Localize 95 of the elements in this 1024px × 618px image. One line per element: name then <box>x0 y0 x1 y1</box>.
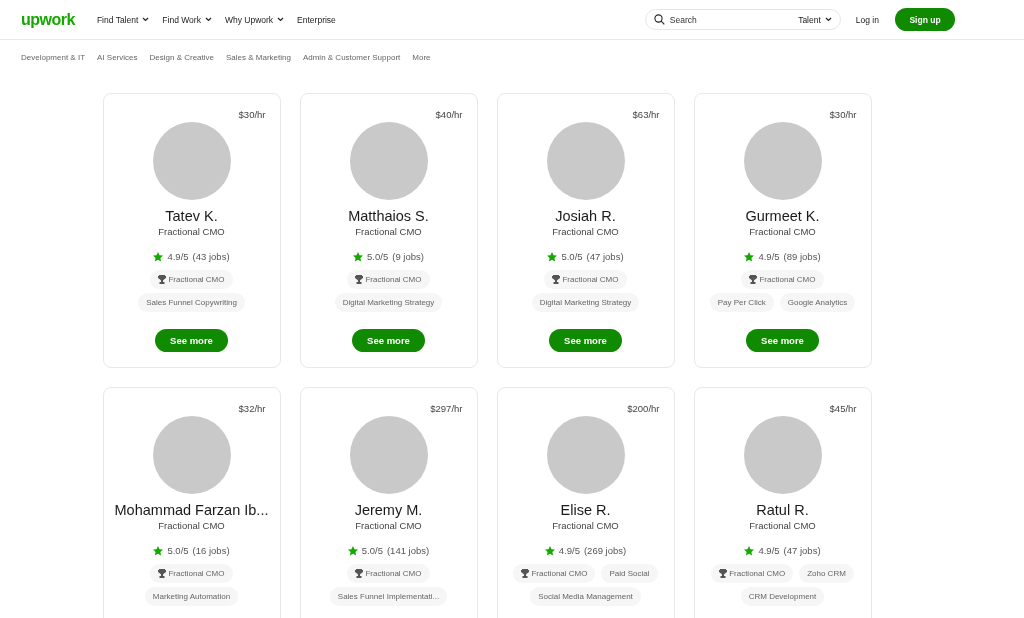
job-count: (269 jobs) <box>583 545 627 556</box>
star-icon <box>353 251 364 262</box>
category-link[interactable]: AI Services <box>97 53 138 62</box>
search-icon <box>653 14 665 25</box>
trophy-icon <box>355 275 364 284</box>
freelancer-name: Jeremy M. <box>354 502 423 518</box>
login-link[interactable]: Log in <box>855 14 879 25</box>
freelancer-name: Mohammad Farzan Ib... <box>114 502 269 518</box>
see-more-button[interactable]: See more <box>352 329 425 352</box>
skill-tag[interactable]: Digital Marketing Strategy <box>531 293 640 312</box>
job-count: (43 jobs) <box>192 251 230 262</box>
skill-tag[interactable]: Zoho CRM <box>799 564 854 583</box>
badge-tag: Fractional CMO <box>711 564 794 583</box>
trophy-icon <box>749 275 758 284</box>
star-icon <box>153 251 164 262</box>
nav-link[interactable]: Why Upwork <box>224 14 285 25</box>
badge-tag: Fractional CMO <box>150 270 233 289</box>
freelancer-title: Fractional CMO <box>158 226 225 237</box>
category-link[interactable]: Admin & Customer Support <box>302 53 401 62</box>
category-link[interactable]: Development & IT <box>21 53 86 62</box>
star-icon <box>347 545 358 556</box>
hourly-rate: $297/hr <box>430 403 463 414</box>
rating-score: 4.9/5 <box>167 251 189 262</box>
freelancer-title: Fractional CMO <box>552 226 619 237</box>
freelancer-title: Fractional CMO <box>355 520 422 531</box>
skill-tag[interactable]: Google Analytics <box>779 293 856 312</box>
nav-link[interactable]: Enterprise <box>297 14 336 25</box>
skill-tag[interactable]: CRM Development <box>740 587 825 606</box>
skill-tag[interactable]: Social Media Management <box>530 587 641 606</box>
freelancer-title: Fractional CMO <box>355 226 422 237</box>
star-icon <box>744 545 755 556</box>
freelancer-name: Josiah R. <box>555 208 616 224</box>
job-count: (89 jobs) <box>783 251 821 262</box>
badge-tag: Fractional CMO <box>347 270 430 289</box>
hourly-rate: $200/hr <box>627 403 660 414</box>
skill-tag[interactable]: Marketing Automation <box>144 587 239 606</box>
trophy-icon <box>719 569 728 578</box>
nav-link[interactable]: Find Talent <box>96 14 150 25</box>
freelancer-name: Matthaios S. <box>348 208 429 224</box>
star-icon <box>744 251 755 262</box>
rating-score: 5.0/5 <box>361 545 383 556</box>
trophy-icon <box>355 569 364 578</box>
job-count: (47 jobs) <box>783 545 821 556</box>
scope-dropdown[interactable]: Talent <box>798 14 832 25</box>
job-count: (9 jobs) <box>392 251 424 262</box>
trophy-icon <box>552 275 561 284</box>
job-count: (141 jobs) <box>386 545 430 556</box>
rating-score: 4.9/5 <box>758 545 780 556</box>
see-more-button[interactable]: See more <box>549 329 622 352</box>
trophy-icon <box>158 275 167 284</box>
skill-tag[interactable]: Digital Marketing Strategy <box>334 293 443 312</box>
hourly-rate: $40/hr <box>435 109 463 120</box>
job-count: (16 jobs) <box>192 545 230 556</box>
freelancer-title: Fractional CMO <box>749 520 816 531</box>
badge-tag: Fractional CMO <box>544 270 627 289</box>
badge-tag: Fractional CMO <box>741 270 824 289</box>
job-count: (47 jobs) <box>586 251 624 262</box>
see-more-button[interactable]: See more <box>155 329 228 352</box>
chevron-down-icon <box>824 17 832 22</box>
skill-tag[interactable]: Paid Social <box>601 564 658 583</box>
freelancer-title: Fractional CMO <box>552 520 619 531</box>
skill-tag[interactable]: Pay Per Click <box>709 293 774 312</box>
skill-tag[interactable]: Sales Funnel Implementati... <box>329 587 448 606</box>
category-link[interactable]: More <box>412 53 431 62</box>
rating-score: 5.0/5 <box>167 545 189 556</box>
badge-tag: Fractional CMO <box>150 564 233 583</box>
hourly-rate: $30/hr <box>829 109 857 120</box>
category-link[interactable]: Design & Creative <box>149 53 214 62</box>
freelancer-name: Tatev K. <box>165 208 218 224</box>
hourly-rate: $45/hr <box>829 403 857 414</box>
rating-score: 5.0/5 <box>561 251 583 262</box>
badge-tag: Fractional CMO <box>347 564 430 583</box>
signup-button[interactable]: Sign up <box>895 8 955 31</box>
category-link[interactable]: Sales & Marketing <box>226 53 291 62</box>
star-icon <box>544 545 555 556</box>
freelancer-name: Ratul R. <box>756 502 809 518</box>
nav-link[interactable]: Find Work <box>162 14 212 25</box>
star-icon <box>547 251 558 262</box>
logo[interactable]: upwork <box>21 10 75 29</box>
hourly-rate: $32/hr <box>238 403 266 414</box>
hourly-rate: $30/hr <box>238 109 266 120</box>
star-icon <box>153 545 164 556</box>
freelancer-title: Fractional CMO <box>749 226 816 237</box>
trophy-icon <box>158 569 167 578</box>
freelancer-name: Elise R. <box>560 502 611 518</box>
badge-tag: Fractional CMO <box>513 564 596 583</box>
freelancer-title: Fractional CMO <box>158 520 225 531</box>
rating-score: 4.9/5 <box>558 545 580 556</box>
see-more-button[interactable]: See more <box>746 329 819 352</box>
rating-score: 5.0/5 <box>367 251 389 262</box>
freelancer-name: Gurmeet K. <box>745 208 820 224</box>
skill-tag[interactable]: Sales Funnel Copywriting <box>138 293 245 312</box>
rating-score: 4.9/5 <box>758 251 780 262</box>
trophy-icon <box>521 569 530 578</box>
hourly-rate: $63/hr <box>632 109 660 120</box>
